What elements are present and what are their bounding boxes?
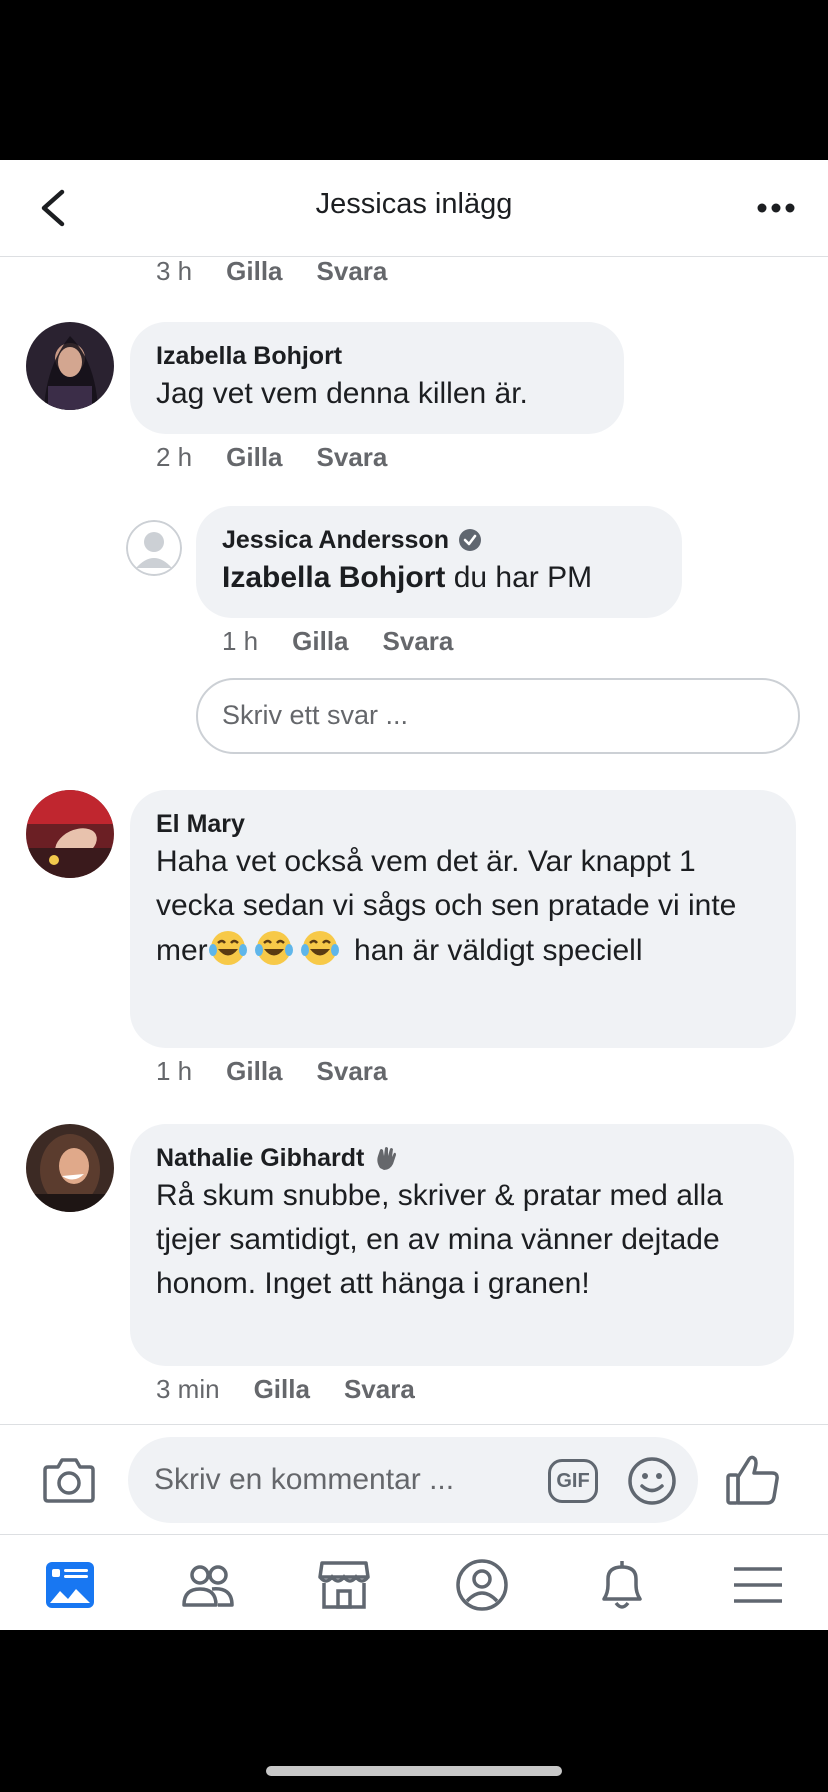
- like-link[interactable]: Gilla: [254, 1374, 310, 1405]
- reply-input[interactable]: Skriv ett svar ...: [196, 678, 800, 754]
- verified-badge-icon: [458, 529, 481, 551]
- commenter-name[interactable]: Izabella Bohjort: [156, 340, 598, 372]
- gif-button[interactable]: GIF: [548, 1459, 598, 1503]
- home-indicator[interactable]: [266, 1766, 562, 1776]
- comment-bubble: Izabella Bohjort Jag vet vem denna kille…: [130, 322, 624, 434]
- reply-link[interactable]: Svara: [317, 256, 388, 287]
- avatar-nathalie[interactable]: [26, 1124, 114, 1212]
- reply-link[interactable]: Svara: [317, 442, 388, 473]
- comment-time: 2 h: [156, 442, 193, 472]
- avatar-el-mary[interactable]: [26, 790, 114, 878]
- reply-bubble: Jessica Andersson Izabella Bohjort du ha…: [196, 506, 682, 618]
- like-thumb-icon[interactable]: [724, 1451, 782, 1509]
- comment-time: 3 min: [156, 1374, 220, 1404]
- commenter-name[interactable]: Nathalie Gibhardt: [156, 1142, 364, 1174]
- comment-placeholder: Skriv en kommentar ...: [154, 1463, 455, 1496]
- avatar-jessica[interactable]: [126, 520, 182, 576]
- commenter-name[interactable]: El Mary: [156, 808, 770, 840]
- laughing-tears-emoji-icon: [208, 931, 247, 965]
- comment-meta: 1 h Gilla Svara: [156, 1056, 421, 1087]
- reply-placeholder: Skriv ett svar ...: [222, 700, 409, 730]
- camera-icon[interactable]: [42, 1455, 96, 1505]
- like-link[interactable]: Gilla: [226, 442, 282, 473]
- like-link[interactable]: Gilla: [226, 1056, 282, 1087]
- comment-time: 1 h: [156, 1056, 193, 1086]
- emoji-smiley-icon[interactable]: [626, 1455, 678, 1507]
- waving-hand-icon: [377, 1147, 397, 1170]
- comment-text-end: han är väldigt speciell: [345, 934, 643, 967]
- comment-text: Haha vet också vem det är. Var knappt 1 …: [156, 840, 770, 973]
- comment-text: Jag vet vem denna killen är.: [156, 377, 528, 410]
- reply-link[interactable]: Svara: [344, 1374, 415, 1405]
- mention-link[interactable]: Izabella Bohjort: [222, 561, 445, 594]
- news-feed-icon[interactable]: [42, 1557, 98, 1613]
- comment-text: Izabella Bohjort du har PM: [222, 556, 656, 600]
- comment-text-rest: du har PM: [445, 561, 593, 594]
- notifications-icon[interactable]: [594, 1557, 650, 1613]
- comment-time: 1 h: [222, 626, 259, 656]
- top-bar: Jessicas inlägg: [0, 160, 828, 257]
- commenter-name[interactable]: Jessica Andersson: [222, 524, 449, 556]
- like-link[interactable]: Gilla: [226, 256, 282, 287]
- comment-meta: 3 min Gilla Svara: [156, 1374, 449, 1405]
- reply-link[interactable]: Svara: [383, 626, 454, 657]
- bottom-tab-bar: [0, 1534, 828, 1630]
- reply-author-row: Jessica Andersson: [222, 524, 656, 556]
- comment-composer: Skriv en kommentar ... GIF: [0, 1424, 828, 1535]
- commenter-row: Nathalie Gibhardt: [156, 1142, 768, 1174]
- more-dots-icon[interactable]: [756, 198, 796, 218]
- avatar-izabella[interactable]: [26, 322, 114, 410]
- comment-input[interactable]: Skriv en kommentar ... GIF: [128, 1437, 698, 1523]
- comment-text: Rå skum snubbe, skriver & pratar med all…: [156, 1179, 723, 1300]
- profile-icon[interactable]: [454, 1557, 510, 1613]
- reply-link[interactable]: Svara: [317, 1056, 388, 1087]
- comment-meta-prev: 3 h Gilla Svara: [156, 256, 421, 287]
- comment-meta: 2 h Gilla Svara: [156, 442, 421, 473]
- post-screen: Jessicas inlägg 3 h Gilla Svara Izabella B…: [0, 160, 828, 1630]
- friends-icon[interactable]: [180, 1557, 236, 1613]
- page-title: Jessicas inlägg: [315, 188, 513, 220]
- comment-bubble: Nathalie Gibhardt Rå skum snubbe, skrive…: [130, 1124, 794, 1366]
- like-link[interactable]: Gilla: [292, 626, 348, 657]
- menu-icon[interactable]: [730, 1557, 786, 1613]
- comment-time: 3 h: [156, 256, 193, 286]
- laughing-tears-emoji-icon: [300, 931, 339, 965]
- marketplace-icon[interactable]: [316, 1557, 372, 1613]
- comment-bubble: El Mary Haha vet också vem det är. Var k…: [130, 790, 796, 1048]
- laughing-tears-emoji-icon: [254, 931, 293, 965]
- reply-meta: 1 h Gilla Svara: [222, 626, 487, 657]
